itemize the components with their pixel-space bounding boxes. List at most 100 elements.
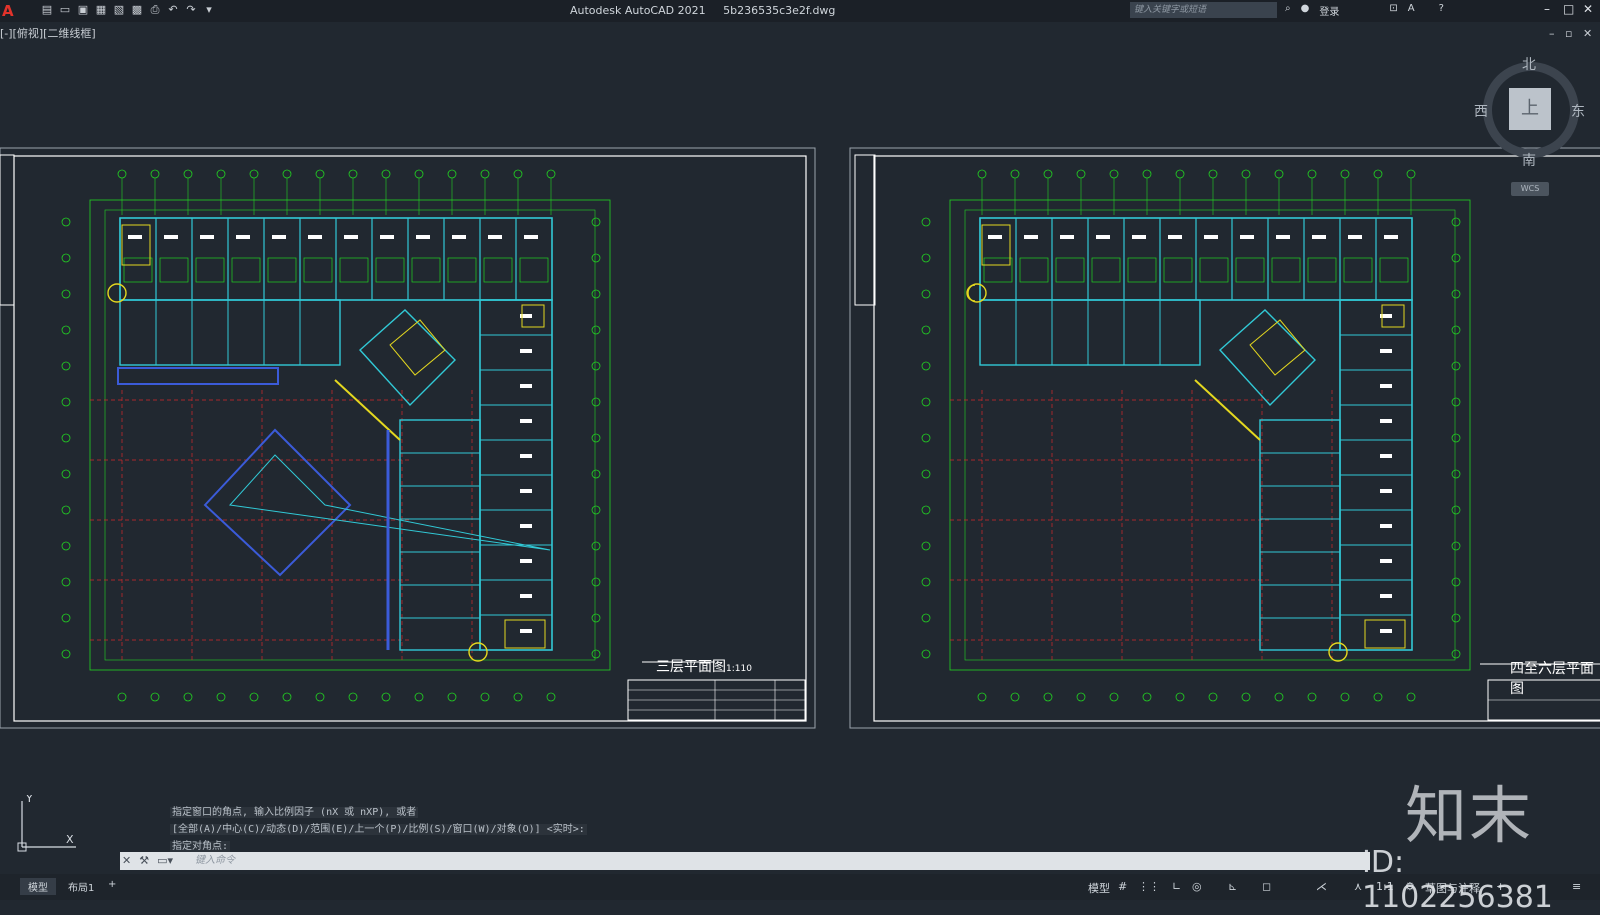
sheet-side-strip-1 [0,154,15,306]
plan-fourth-sixth-floor-axis-bubble [1076,169,1086,179]
plan-fourth-sixth-floor-axis-bubble [1406,692,1416,702]
plan-third-floor-axis-bubble [117,169,127,179]
plan-third-floor-axis-bubble [591,505,601,515]
plan-fourth-sixth-floor-room-label [988,235,1002,239]
plan-fourth-sixth-floor-axis-bubble [921,217,931,227]
plan-fourth-sixth-floor-entry-circle [967,283,987,303]
plan-third-floor-axis-bubble [315,169,325,179]
wcs-menu[interactable]: WCS [1511,182,1549,196]
plan-third-floor-room-label [524,235,538,239]
plan-third-floor-axis-bubble [61,289,71,299]
plan-third-floor-axis-bubble [61,577,71,587]
plan-third-floor-bathroom [339,257,369,283]
plan-third-floor-axis-bubble [591,361,601,371]
plan-fourth-sixth-floor-axis-bubble [1451,325,1461,335]
annotation-visibility-icon[interactable]: ⋌ [1316,880,1327,893]
grid-icon[interactable]: # [1118,880,1127,893]
plan-fourth-sixth-floor-axis-bubble [1076,692,1086,702]
plan-third-floor-axis-bubble [591,649,601,659]
status-model[interactable]: 模型 [1088,880,1110,896]
plan-third-floor-annex-outer [203,428,352,577]
plan-fourth-sixth-floor-room-label [1132,235,1146,239]
plan-fourth-sixth-floor-axis-bubble [1010,692,1020,702]
plan-third-floor-axis-bubble [447,692,457,702]
plan-third-floor-axis-bubble [513,169,523,179]
viewcube-top-face[interactable]: 上 [1509,88,1551,130]
snap-icon[interactable]: ⋮⋮ [1138,880,1160,893]
plan-third-floor-axis-bubble [546,692,556,702]
plan-third-floor-bathroom [447,257,477,283]
plan-third-floor-room-label [520,524,532,528]
tab-model[interactable]: 模型 [20,878,56,895]
plan-fourth-sixth-floor-axis-bubble [921,541,931,551]
plan-fourth-sixth-floor-axis-bubble [1373,169,1383,179]
plan-third-floor-room-label [272,235,286,239]
tab-add[interactable]: + [100,878,124,891]
ortho-icon[interactable]: ∟ [1172,880,1181,893]
plan-fourth-sixth-floor-axis-bubble [921,361,931,371]
plan-fourth-sixth-floor-axis-bubble [921,505,931,515]
compass-south[interactable]: 南 [1522,150,1536,170]
sheet-border-2 [849,147,1600,729]
plan-fourth-sixth-floor-axis-bubble [1451,469,1461,479]
compass-north[interactable]: 北 [1522,54,1536,74]
command-line[interactable] [120,852,1370,870]
plan-third-floor-room-label [520,349,532,353]
otrack-icon[interactable]: ◻ [1262,880,1271,893]
drawing-canvas[interactable] [0,0,1600,900]
plan-fourth-sixth-floor-axis-bubble [1373,692,1383,702]
plan-third-floor-room-label [344,235,358,239]
plan-third-floor-axis-bubble [61,433,71,443]
plan-third-floor-axis-bubble [591,217,601,227]
command-input[interactable]: 键入命令 [195,853,235,869]
plan-fourth-sixth-floor-bathroom [1163,257,1193,283]
plan-fourth-sixth-floor-axis-bubble [1451,505,1461,515]
plan-third-floor-axis-bubble [61,469,71,479]
tab-layout1[interactable]: 布局1 [60,878,102,895]
plan-fourth-sixth-floor-room-label [1380,629,1392,633]
compass-east[interactable]: 东 [1571,101,1585,121]
plan-fourth-sixth-floor-axis-bubble [1451,289,1461,299]
plan-fourth-sixth-floor-axis-bubble [921,397,931,407]
plan-fourth-sixth-floor-room-label [1380,489,1392,493]
plan-third-floor-axis-bubble [381,692,391,702]
plan-fourth-sixth-floor-axis-bubble [921,325,931,335]
plan-third-floor-axis-bubble [591,325,601,335]
plan-fourth-sixth-floor-room-label [1024,235,1038,239]
drawing-title-2: 四至六层平面图 [1510,658,1600,698]
annotation-scale-icon[interactable]: ⋏ [1354,880,1362,893]
plan-third-floor-room-label [308,235,322,239]
svg-text:X: X [66,833,74,846]
polar-icon[interactable]: ◎ [1192,880,1202,893]
plan-third-floor-axis-bubble [61,505,71,515]
command-history-line-3: 指定对角点: [170,837,231,852]
plan-third-floor-bathroom [195,257,225,283]
command-history-text-1: 指定窗口的角点, 输入比例因子 (nX 或 nXP), 或者 [170,807,419,818]
watermark-id: ID: 1102256381 [1362,845,1553,915]
compass-west[interactable]: 西 [1474,101,1488,121]
plan-fourth-sixth-floor-axis-bubble [1274,692,1284,702]
plan-third-floor-bathroom [375,257,405,283]
customize-command-icon[interactable]: ⚒ [139,852,149,870]
plan-third-floor-room-label [520,489,532,493]
plan-third-floor-bathroom [159,257,189,283]
plan-fourth-sixth-floor-dimension-frame-inner [964,209,1456,661]
plan-third-floor-axis-bubble [447,169,457,179]
close-command-icon[interactable]: ✕ [122,852,131,870]
plan-third-floor-axis-bubble [480,169,490,179]
plan-fourth-sixth-floor-diagonal-link [1194,379,1261,441]
plan-fourth-sixth-floor-axis-bubble [1043,692,1053,702]
plan-third-floor-axis-bubble [591,577,601,587]
command-prompt-icon[interactable]: ▭▾ [157,852,173,870]
plan-third-floor-axis-bubble [381,169,391,179]
plan-fourth-sixth-floor-room-label [1380,419,1392,423]
command-line-icons: ✕ ⚒ ▭▾ [122,852,173,870]
plan-third-floor-bathroom [411,257,441,283]
plan-fourth-sixth-floor-axis-bubble [1406,169,1416,179]
osnap-icon[interactable]: ⊾ [1228,880,1237,893]
plan-third-floor-room-label [236,235,250,239]
plan-fourth-sixth-floor-axis-bubble [1175,692,1185,702]
plan-fourth-sixth-floor-room-label [1380,349,1392,353]
plan-fourth-sixth-floor-axis-bubble [1109,169,1119,179]
plan-fourth-sixth-floor-second-row-wall [979,299,1201,366]
